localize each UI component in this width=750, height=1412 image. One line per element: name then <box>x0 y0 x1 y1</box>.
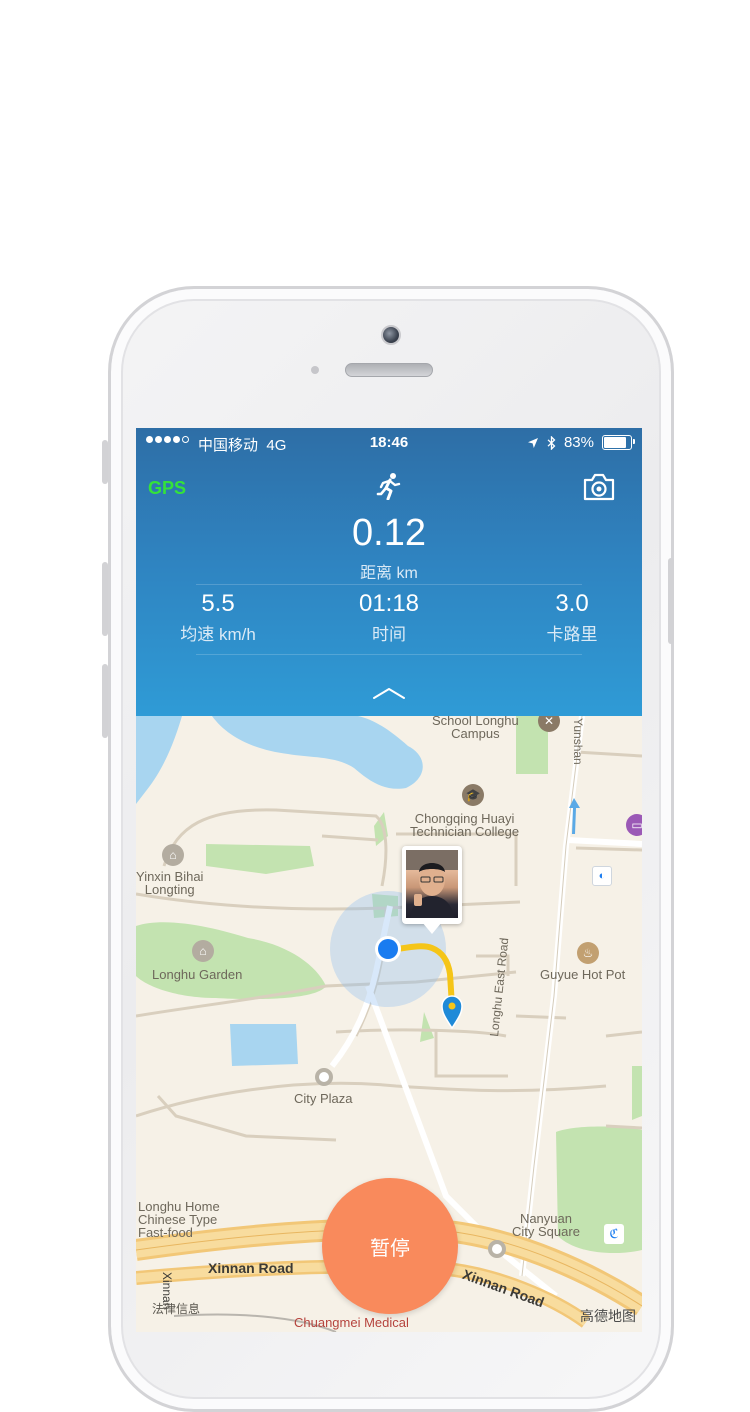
purple-poi-icon[interactable]: ▭ <box>626 814 642 836</box>
photo-thumbnail <box>406 850 458 918</box>
front-camera <box>381 325 401 345</box>
app-screen: 中国移动 4G 18:46 83% GPS 0.12 距离 km 5.5 均速 … <box>136 428 642 1332</box>
plaza-icon[interactable] <box>315 1068 333 1086</box>
location-arrow-icon <box>527 437 538 448</box>
calories-label: 卡路里 <box>546 625 598 644</box>
volume-down-button <box>102 664 108 738</box>
speed-label: 均速 km/h <box>180 625 256 644</box>
calories-value: 3.0 <box>555 590 589 617</box>
map-label-chuangmei: Chuangmei Medical <box>294 1315 409 1330</box>
status-bar: 中国移动 4G 18:46 83% <box>136 428 642 458</box>
speed-value: 5.5 <box>201 590 235 617</box>
legal-info-link[interactable]: 法律信息 <box>152 1300 200 1317</box>
stats-divider-top <box>196 584 582 585</box>
mute-switch <box>102 440 108 484</box>
proximity-sensor <box>311 366 319 374</box>
map-label-fastfood: Longhu Home Chinese Type Fast-food <box>138 1199 220 1240</box>
time-stat: 01:18 时间 <box>309 590 469 645</box>
telecom-icon[interactable]: ℭ <box>604 1224 624 1244</box>
bowl-icon[interactable]: ♨ <box>577 942 599 964</box>
square-icon[interactable] <box>488 1240 506 1258</box>
speed-stat: 5.5 均速 km/h <box>138 590 298 645</box>
stats-panel: 中国移动 4G 18:46 83% GPS 0.12 距离 km 5.5 均速 … <box>136 428 642 716</box>
chevron-up-icon[interactable] <box>372 686 406 700</box>
power-button <box>668 558 674 644</box>
amap-logo: 高德地图 <box>580 1308 636 1324</box>
elapsed-time-label: 时间 <box>372 625 406 644</box>
map-label-yinxin: Yinxin Bihai Longting <box>136 869 204 897</box>
gps-indicator: GPS <box>148 478 187 498</box>
house-icon[interactable]: ⌂ <box>162 844 184 866</box>
calories-stat: 3.0 卡路里 <box>492 590 642 645</box>
map-label-city-plaza: City Plaza <box>294 1091 353 1106</box>
runner-icon <box>376 473 401 500</box>
pause-button[interactable]: 暂停 <box>322 1178 458 1314</box>
status-right-group: 83% <box>527 434 635 451</box>
distance-value: 0.12 <box>352 512 426 554</box>
bluetooth-icon <box>547 435 556 450</box>
map-label-longhu-garden: Longhu Garden <box>152 967 243 982</box>
elapsed-time-value: 01:18 <box>358 590 420 617</box>
map-label-yunshan: Yunshan <box>571 718 585 765</box>
map-label-college: Chongqing Huayi Technician College <box>410 811 520 839</box>
earpiece-speaker <box>345 363 433 377</box>
transit-icon[interactable]: ◐ <box>592 866 612 886</box>
map-label-school: School Longhu Campus <box>432 716 519 741</box>
camera-icon[interactable] <box>582 472 616 502</box>
graduation-cap-icon[interactable]: 🎓 <box>462 784 484 806</box>
distance-label: 距离 km <box>360 565 418 582</box>
stats-divider-bottom <box>196 654 582 655</box>
volume-up-button <box>102 562 108 636</box>
battery-percent: 83% <box>563 434 594 451</box>
house-icon[interactable]: ⌂ <box>192 940 214 962</box>
photo-pin[interactable] <box>402 846 462 934</box>
battery-icon <box>602 435 635 450</box>
map-view[interactable]: ✕ 🎓 ⌂ ⌂ ♨ ▭ ◐ ℭ School Longhu Campus Chon… <box>136 716 642 1332</box>
battery-level <box>604 437 626 448</box>
map-label-guyue: Guyue Hot Pot <box>540 967 626 982</box>
map-label-nanyuan: Nanyuan City Square <box>512 1211 580 1239</box>
map-label-xinnan-road-left: Xinnan Road <box>208 1260 294 1276</box>
